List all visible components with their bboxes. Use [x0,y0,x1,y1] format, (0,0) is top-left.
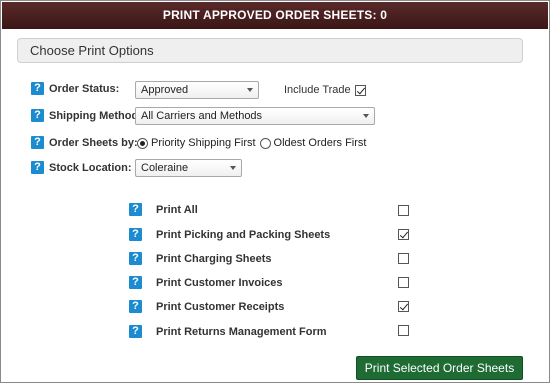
order-status-row: ? Order Status: [31,82,119,95]
stock-location-value: Coleraine [141,162,189,174]
stock-location-label: Stock Location: [49,161,132,174]
print-picking-packing-label: Print Picking and Packing Sheets [156,229,331,241]
order-status-label: Order Status: [49,82,120,95]
shipping-method-row: ? Shipping Method: [31,109,142,122]
shipping-method-value: All Carriers and Methods [141,110,263,122]
help-icon[interactable]: ? [31,136,44,149]
order-sheets-by-row: ? Order Sheets by: [31,136,138,149]
oldest-orders-radio[interactable] [259,137,271,149]
help-icon[interactable]: ? [31,109,44,122]
stock-location-row: ? Stock Location: [31,161,132,174]
include-trade-checkbox[interactable] [354,84,366,96]
help-icon[interactable]: ? [129,203,142,216]
page-title: PRINT APPROVED ORDER SHEETS: 0 [2,2,548,29]
help-icon[interactable]: ? [129,276,142,289]
print-selected-button[interactable]: Print Selected Order Sheets [356,356,523,380]
order-sheets-by-radio-group: Priority Shipping First Oldest Orders Fi… [137,137,366,149]
print-all-label: Print All [156,204,198,216]
shipping-method-label: Shipping Method: [49,109,142,122]
priority-shipping-radio[interactable] [137,137,148,149]
chevron-down-icon [230,166,236,170]
help-icon[interactable]: ? [129,252,142,265]
print-order-sheets-panel: PRINT APPROVED ORDER SHEETS: 0 Choose Pr… [0,0,550,383]
print-receipts-label: Print Customer Receipts [156,301,285,313]
print-returns-label: Print Returns Management Form [156,326,327,338]
print-charging-checkbox[interactable] [398,253,409,264]
chevron-down-icon [363,114,369,118]
priority-shipping-label: Priority Shipping First [151,137,256,149]
order-status-value: Approved [141,84,189,96]
help-icon[interactable]: ? [129,228,142,241]
stock-location-select[interactable]: Coleraine [135,159,242,177]
print-receipts-checkbox[interactable] [398,301,409,312]
include-trade-label: Include Trade [284,84,351,96]
help-icon[interactable]: ? [129,325,142,338]
include-trade-row: Include Trade [284,84,366,96]
order-status-select[interactable]: Approved [135,81,259,99]
print-picking-packing-checkbox[interactable] [398,229,409,240]
help-icon[interactable]: ? [129,300,142,313]
print-all-checkbox[interactable] [398,205,409,216]
print-invoices-checkbox[interactable] [398,277,409,288]
help-icon[interactable]: ? [31,82,44,95]
order-sheets-by-label: Order Sheets by: [49,136,138,149]
print-returns-checkbox[interactable] [398,325,409,336]
chevron-down-icon [247,88,253,92]
shipping-method-select[interactable]: All Carriers and Methods [135,107,375,125]
help-icon[interactable]: ? [31,161,44,174]
oldest-orders-label: Oldest Orders First [273,137,367,149]
print-invoices-label: Print Customer Invoices [156,277,283,289]
choose-print-options-header: Choose Print Options [17,38,523,63]
print-charging-label: Print Charging Sheets [156,253,272,265]
